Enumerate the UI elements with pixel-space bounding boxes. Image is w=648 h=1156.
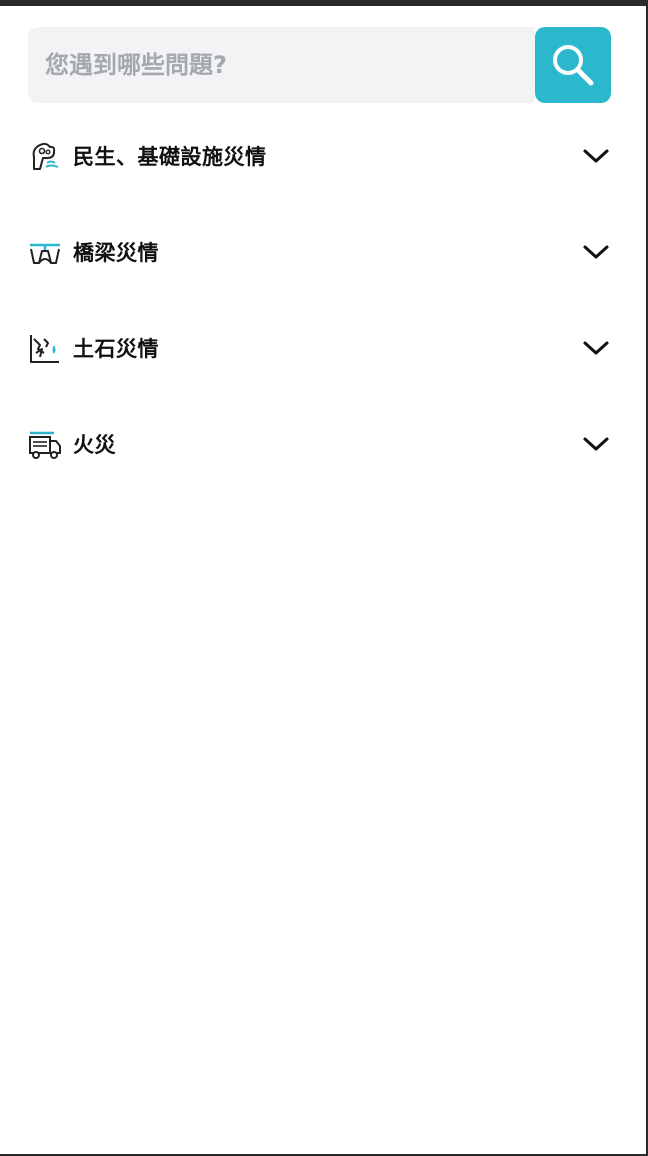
category-label: 火災 bbox=[73, 433, 116, 457]
category-label: 土石災情 bbox=[73, 337, 159, 361]
category-row-landslide[interactable]: 土石災情 bbox=[28, 306, 611, 402]
category-row-livelihood[interactable]: 民生、基礎設施災情 bbox=[28, 114, 611, 210]
bridge-icon bbox=[28, 235, 62, 269]
fire-truck-icon bbox=[28, 427, 62, 461]
category-list: 民生、基礎設施災情 橋梁災情 土石災情 火災 bbox=[28, 114, 611, 498]
category-row-bridge[interactable]: 橋梁災情 bbox=[28, 210, 611, 306]
chevron-down-icon[interactable] bbox=[581, 141, 611, 171]
landslide-icon bbox=[28, 331, 62, 365]
category-label: 橋梁災情 bbox=[73, 241, 159, 265]
search-icon bbox=[553, 45, 594, 86]
search-input[interactable] bbox=[28, 27, 535, 103]
search-button[interactable] bbox=[535, 27, 611, 103]
category-row-fire[interactable]: 火災 bbox=[28, 402, 611, 498]
chevron-down-icon[interactable] bbox=[581, 333, 611, 363]
app-frame: 民生、基礎設施災情 bbox=[0, 0, 648, 1156]
chevron-down-icon[interactable] bbox=[581, 429, 611, 459]
chevron-down-icon[interactable] bbox=[581, 237, 611, 267]
category-label: 民生、基礎設施災情 bbox=[73, 145, 267, 169]
search-bar bbox=[28, 27, 611, 103]
livelihood-infrastructure-icon bbox=[28, 139, 62, 173]
